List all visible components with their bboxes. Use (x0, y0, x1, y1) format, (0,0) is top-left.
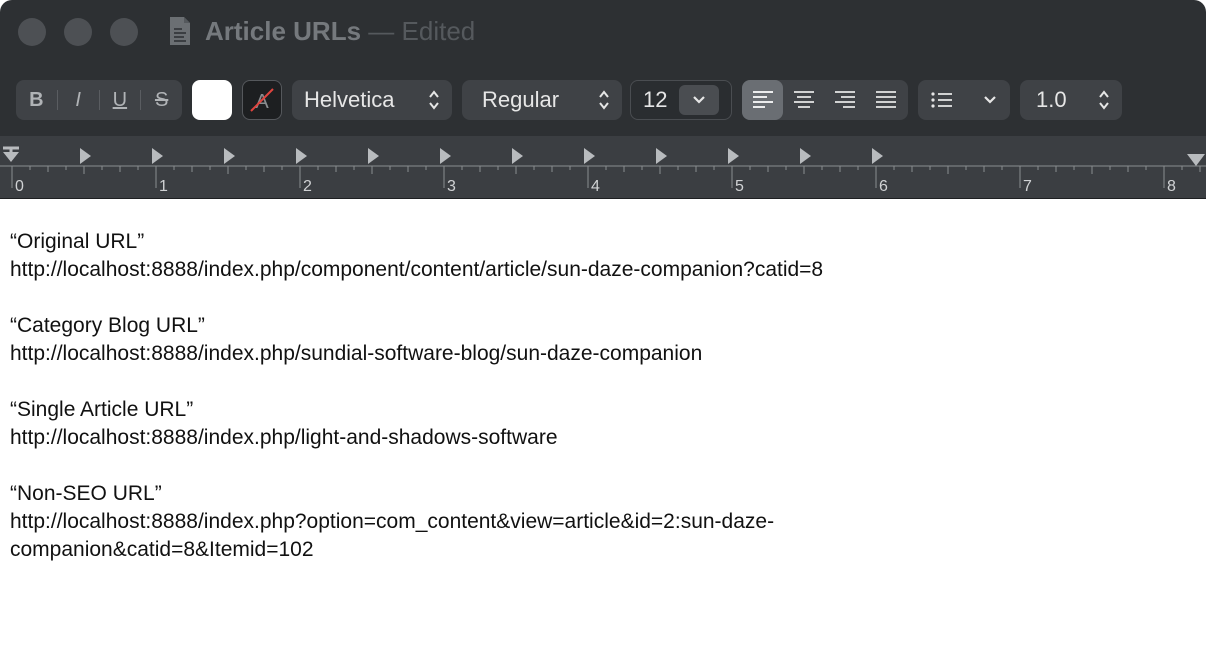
align-right-icon (834, 91, 855, 108)
align-right-button[interactable] (824, 80, 865, 120)
font-size-dropdown-button[interactable] (679, 85, 719, 115)
zoom-window-button[interactable] (110, 18, 138, 46)
window-title: Article URLs — Edited (205, 16, 475, 47)
font-family-popup[interactable]: Helvetica (292, 80, 452, 120)
bullet-list-icon (931, 92, 952, 108)
chevron-down-icon (693, 96, 705, 104)
ruler-label: 1 (159, 178, 168, 195)
ruler-label: 4 (591, 178, 600, 195)
title-separator: — (368, 16, 395, 46)
url-text: http://localhost:8888/index.php/sundial-… (10, 342, 703, 365)
document-paragraph: “Original URL” http://localhost:8888/inde… (10, 228, 1190, 284)
tab-stop-marker[interactable] (512, 148, 523, 164)
tab-stop-marker[interactable] (584, 148, 595, 164)
italic-button[interactable]: I (58, 89, 99, 112)
tab-stop-marker[interactable] (872, 148, 883, 164)
document-paragraph: “Non-SEO URL” http://localhost:8888/index… (10, 480, 1190, 564)
tab-stop-marker[interactable] (224, 148, 235, 164)
minimize-window-button[interactable] (64, 18, 92, 46)
underline-button[interactable]: U (100, 89, 141, 112)
strikethrough-button[interactable]: S (141, 89, 182, 112)
updown-chevron-icon (599, 90, 609, 110)
ruler-label: 8 (1167, 178, 1176, 195)
font-size-combobox[interactable]: 12 (630, 80, 732, 120)
font-style-popup[interactable]: Regular (462, 80, 622, 120)
titlebar: Article URLs — Edited B I U S A Helvetic… (0, 0, 1206, 136)
ruler-label: 5 (735, 178, 744, 195)
url-text: companion&catid=8&Itemid=102 (10, 538, 314, 561)
tab-stop-marker[interactable] (368, 148, 379, 164)
edited-status: Edited (401, 16, 476, 46)
textedit-window: Article URLs — Edited B I U S A Helvetic… (0, 0, 1206, 664)
url-text: http://localhost:8888/index.php/componen… (10, 258, 824, 281)
right-indent-marker[interactable] (1187, 154, 1205, 166)
chevron-down-icon (984, 96, 996, 104)
font-family-value: Helvetica (304, 87, 395, 112)
url-heading: “Original URL” (10, 230, 145, 253)
alignment-group (742, 80, 908, 120)
url-heading: “Category Blog URL” (10, 314, 205, 337)
tab-stop-marker[interactable] (80, 148, 91, 164)
tab-stop-marker[interactable] (152, 148, 163, 164)
text-color-button[interactable] (192, 80, 232, 120)
url-text: http://localhost:8888/index.php?option=c… (10, 510, 775, 533)
url-heading: “Non-SEO URL” (10, 482, 162, 505)
font-size-value[interactable]: 12 (643, 87, 667, 113)
align-left-icon (752, 91, 773, 108)
tab-stop-marker[interactable] (296, 148, 307, 164)
tab-stop-marker[interactable] (440, 148, 451, 164)
no-color-icon: A (250, 88, 274, 113)
line-spacing-value: 1.0 (1036, 87, 1067, 112)
ruler-label: 3 (447, 178, 456, 195)
ruler-label: 7 (1023, 178, 1032, 195)
bold-button[interactable]: B (16, 89, 57, 112)
align-center-button[interactable] (783, 80, 824, 120)
align-left-button[interactable] (742, 80, 783, 120)
align-center-icon (793, 91, 814, 108)
ruler-label: 2 (303, 178, 312, 195)
justify-icon (875, 91, 896, 108)
updown-chevron-icon (1099, 90, 1109, 110)
document-icon (170, 17, 190, 45)
ruler-label: 0 (15, 178, 24, 195)
url-text: http://localhost:8888/index.php/light-an… (10, 426, 558, 449)
left-indent-marker[interactable] (3, 152, 19, 162)
tab-stop-marker[interactable] (800, 148, 811, 164)
line-spacing-popup[interactable]: 1.0 (1020, 80, 1122, 120)
document-paragraph: “Single Article URL” http://localhost:888… (10, 396, 1190, 452)
close-window-button[interactable] (18, 18, 46, 46)
ruler-scale: 0 1 2 3 4 5 6 7 8 (0, 146, 1206, 195)
list-style-popup[interactable] (918, 80, 1010, 120)
tab-stop-marker[interactable] (656, 148, 667, 164)
url-heading: “Single Article URL” (10, 398, 194, 421)
background-color-button[interactable]: A (242, 80, 282, 120)
ruler-label: 6 (879, 178, 888, 195)
tab-stop-marker[interactable] (728, 148, 739, 164)
document-name: Article URLs (205, 16, 362, 46)
document-paragraph: “Category Blog URL” http://localhost:8888… (10, 312, 1190, 368)
updown-chevron-icon (429, 90, 439, 110)
document-text-area[interactable]: “Original URL” http://localhost:8888/inde… (10, 228, 1190, 592)
ruler[interactable]: 0 1 2 3 4 5 6 7 8 (0, 136, 1206, 199)
text-style-group: B I U S (16, 80, 182, 120)
font-style-value: Regular (482, 87, 560, 112)
justify-button[interactable] (865, 80, 906, 120)
